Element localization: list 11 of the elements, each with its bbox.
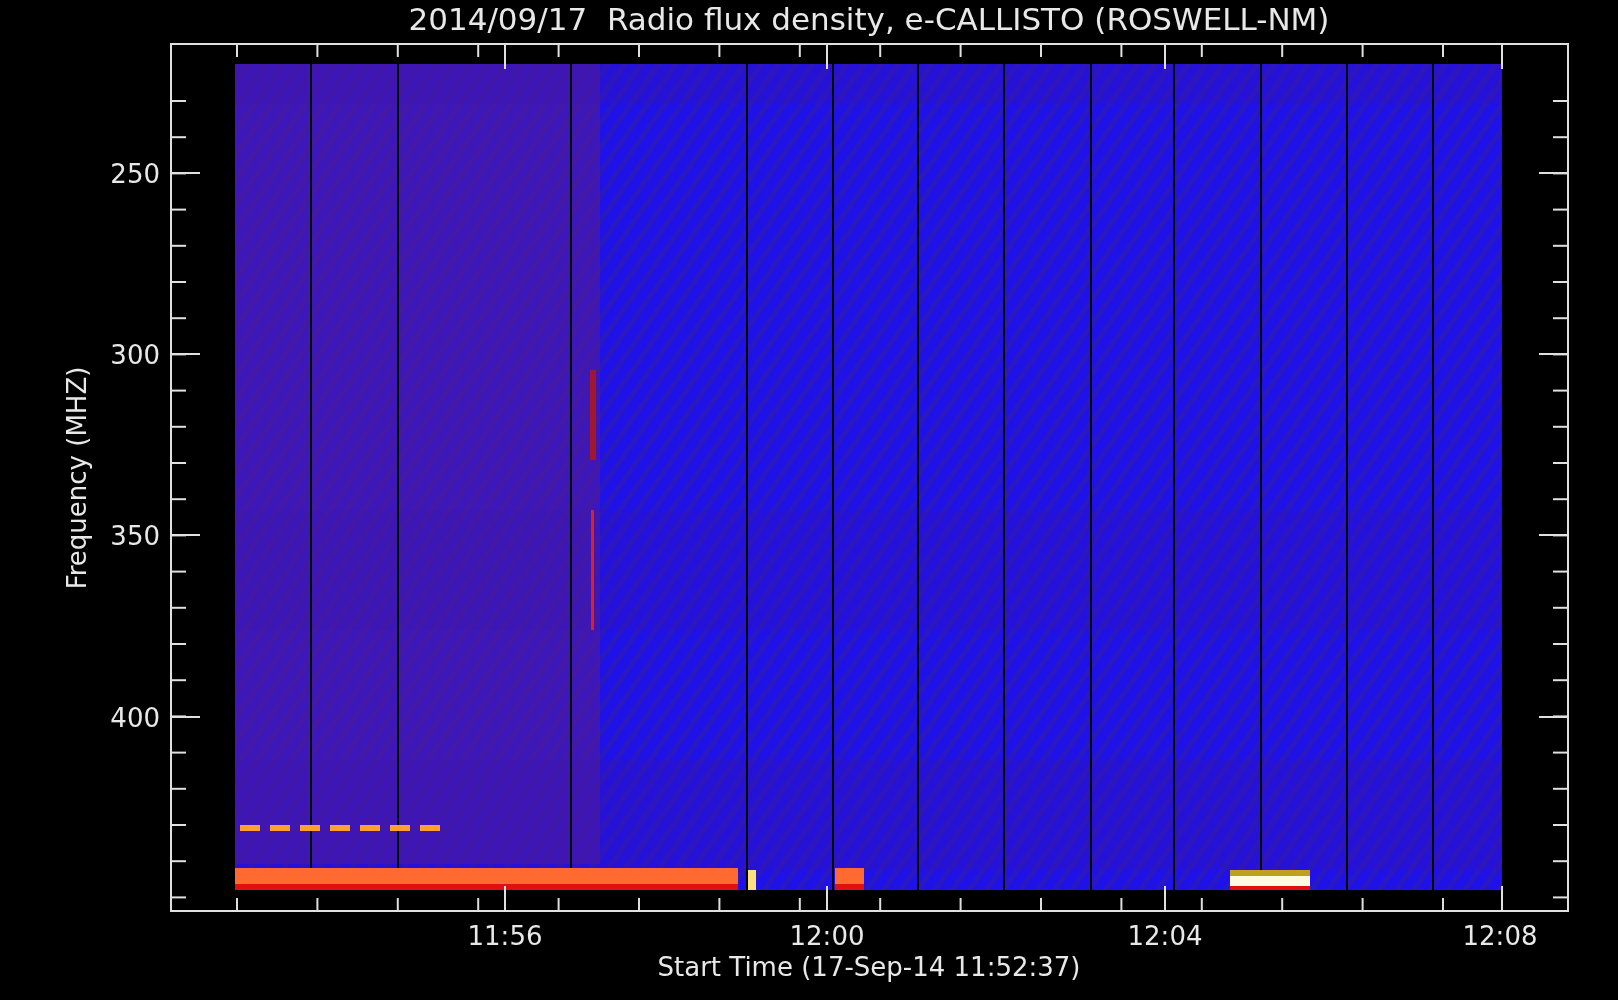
tick-label: 350	[110, 521, 160, 551]
tick-label: 12:08	[1462, 921, 1538, 951]
tick-label: 300	[110, 340, 160, 370]
chart-title: 2014/09/17 Radio flux density, e-CALLISTO (ROSWELL-NM)	[408, 1, 1330, 37]
tick-label: 11:56	[467, 921, 543, 951]
tick-label: 400	[110, 703, 160, 733]
tick-label: 12:00	[789, 921, 865, 951]
tick-label: 250	[110, 159, 160, 189]
axis-title: Frequency (MHZ)	[62, 366, 92, 590]
axis-title: Start Time (17-Sep-14 11:52:37)	[657, 952, 1081, 982]
tick-label: 12:04	[1127, 921, 1203, 951]
